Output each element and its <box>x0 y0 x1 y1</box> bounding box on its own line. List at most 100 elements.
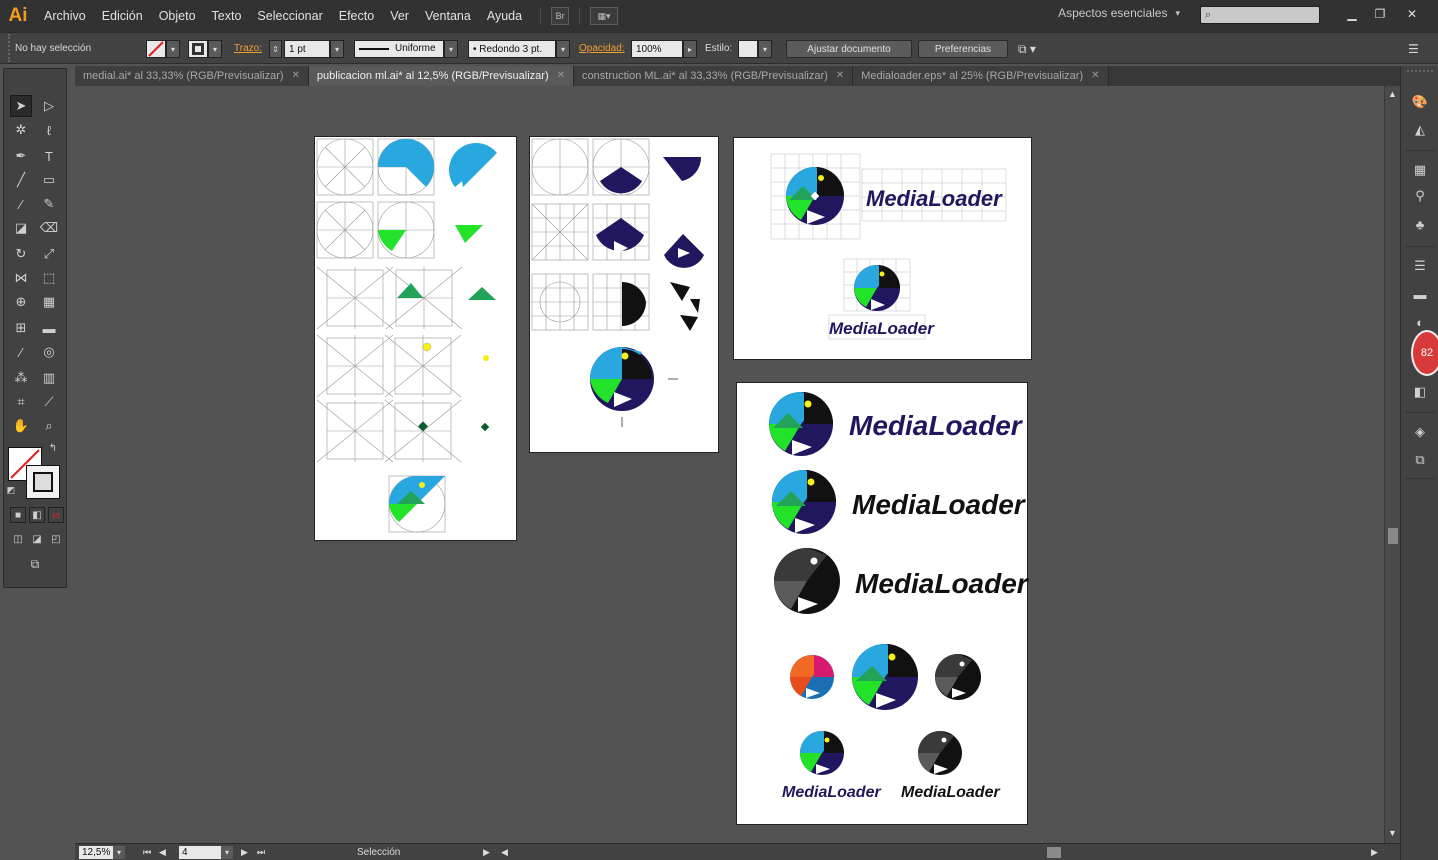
first-artboard-icon[interactable]: ⏮ <box>143 846 151 859</box>
arrange-documents-button[interactable]: ▦▾ <box>590 7 619 25</box>
selection-tool-icon[interactable]: ➤ <box>10 95 32 117</box>
draw-behind-icon[interactable]: ◪ <box>29 531 45 547</box>
gradient-mode-icon[interactable]: ◧ <box>29 507 45 523</box>
graphic-styles-icon[interactable]: ◧ <box>1410 382 1430 402</box>
next-artboard-icon[interactable]: ▶ <box>241 846 248 859</box>
zoom-input[interactable]: 12,5% <box>79 846 113 859</box>
control-bar-grip[interactable] <box>8 34 12 62</box>
close-icon[interactable]: ✕ <box>1091 66 1099 86</box>
artboard-final-logos[interactable]: MediaLoader MediaLoader MediaLoader Medi… <box>736 382 1030 825</box>
draw-inside-icon[interactable]: ◰ <box>48 531 64 547</box>
stroke-profile-dropdown[interactable]: ▾ <box>444 40 458 58</box>
menu-ver[interactable]: Ver <box>382 0 417 32</box>
rotate-tool-icon[interactable]: ↻ <box>10 243 32 265</box>
opacity-dropdown[interactable]: ▸ <box>683 40 697 58</box>
artboard-dropdown[interactable]: ▾ <box>221 846 233 859</box>
color-guide-icon[interactable]: ◭ <box>1410 120 1430 140</box>
opacity-label[interactable]: Opacidad: <box>579 40 625 58</box>
draw-normal-icon[interactable]: ◫ <box>10 531 26 547</box>
type-tool-icon[interactable]: T <box>38 145 60 167</box>
eyedropper-tool-icon[interactable]: ⁄ <box>10 341 32 363</box>
layers-icon[interactable]: ◈ <box>1410 422 1430 442</box>
color-panel-icon[interactable]: 🎨 <box>1410 92 1430 112</box>
width-tool-icon[interactable]: ⋈ <box>10 267 32 289</box>
artboard-tool-icon[interactable]: ⌗ <box>10 391 32 413</box>
panel-menu-icon[interactable]: ☰ <box>1408 40 1419 58</box>
artboards-icon[interactable]: ⧉ <box>1410 450 1430 470</box>
close-icon[interactable]: ✕ <box>836 66 844 86</box>
menu-objeto[interactable]: Objeto <box>151 0 204 32</box>
menu-efecto[interactable]: Efecto <box>331 0 382 32</box>
stroke-dropdown[interactable]: ▾ <box>208 40 222 58</box>
tab-publicacion-ml[interactable]: publicacion ml.ai* al 12,5% (RGB/Previsu… <box>308 66 575 86</box>
free-transform-tool-icon[interactable]: ⬚ <box>38 267 60 289</box>
symbols-icon[interactable]: ♣ <box>1410 214 1430 234</box>
menu-ventana[interactable]: Ventana <box>417 0 479 32</box>
scroll-right-icon[interactable]: ▶ <box>1371 846 1378 859</box>
pen-tool-icon[interactable]: ✒ <box>10 145 32 167</box>
tab-medial[interactable]: medial.ai* al 33,33% (RGB/Previsualizar)… <box>75 66 309 86</box>
brushes-icon[interactable]: ⚲ <box>1410 186 1430 206</box>
slice-tool-icon[interactable]: ⟋ <box>38 391 60 413</box>
minimize-button[interactable]: ▁ <box>1340 5 1364 23</box>
line-tool-icon[interactable]: ╱ <box>10 169 32 191</box>
search-input[interactable]: ⌕ <box>1200 6 1320 24</box>
workspace-switcher[interactable]: Aspectos esenciales ▾ <box>1058 6 1180 20</box>
zoom-dropdown[interactable]: ▾ <box>113 846 125 859</box>
tab-medialoader-eps[interactable]: Medialoader.eps* al 25% (RGB/Previsualiz… <box>853 66 1109 86</box>
bridge-button[interactable]: Br <box>551 7 570 25</box>
color-mode-icon[interactable]: ■ <box>10 507 26 523</box>
stroke-label[interactable]: Trazo: <box>234 40 262 58</box>
zoom-tool-icon[interactable]: ⌕ <box>38 415 60 437</box>
close-icon[interactable]: ✕ <box>557 66 565 86</box>
fill-swatch[interactable] <box>146 40 166 58</box>
brush-dropdown[interactable]: ▾ <box>556 40 570 58</box>
stroke-weight-stepper[interactable]: ⇕ <box>269 40 282 58</box>
pencil-tool-icon[interactable]: ✎ <box>38 193 60 215</box>
menu-seleccionar[interactable]: Seleccionar <box>249 0 330 32</box>
artboard-logo-construction[interactable]: MediaLoader MediaLoader <box>733 137 1032 360</box>
gradient-panel-icon[interactable]: ▬ <box>1410 284 1430 304</box>
swatches-icon[interactable]: ▦ <box>1410 160 1430 180</box>
artboard-number-input[interactable]: 4 <box>179 846 221 859</box>
column-graph-tool-icon[interactable]: ▥ <box>38 367 60 389</box>
vertical-scroll-thumb[interactable] <box>1388 528 1398 544</box>
blob-brush-tool-icon[interactable]: ◪ <box>10 217 32 239</box>
style-swatch[interactable] <box>738 40 758 58</box>
direct-selection-tool-icon[interactable]: ▷ <box>38 95 60 117</box>
stroke-panel-icon[interactable]: ☰ <box>1410 256 1430 276</box>
vertical-scrollbar[interactable]: ▲ ▼ <box>1384 86 1400 843</box>
close-button[interactable]: ✕ <box>1400 5 1424 23</box>
menu-edicion[interactable]: Edición <box>94 0 151 32</box>
paintbrush-tool-icon[interactable]: ∕ <box>10 193 32 215</box>
tab-construction-ml[interactable]: construction ML.ai* al 33,33% (RGB/Previ… <box>574 66 854 86</box>
stroke-weight-dropdown[interactable]: ▾ <box>330 40 344 58</box>
scale-tool-icon[interactable]: ⤢ <box>38 243 60 265</box>
scroll-left-icon[interactable]: ◀ <box>501 846 508 859</box>
status-menu-icon[interactable]: ▶ <box>483 846 490 859</box>
screen-mode-icon[interactable]: ⧉ <box>24 555 46 573</box>
last-artboard-icon[interactable]: ⏭ <box>257 846 265 859</box>
artboard-construction-2[interactable] <box>529 136 719 453</box>
brush-select[interactable]: • Redondo 3 pt. <box>468 40 556 58</box>
opacity-input[interactable]: 100% <box>631 40 683 58</box>
dock-grip[interactable] <box>1407 70 1433 73</box>
symbol-sprayer-tool-icon[interactable]: ⁂ <box>10 367 32 389</box>
mesh-tool-icon[interactable]: ⊞ <box>10 317 32 339</box>
canvas[interactable]: MediaLoader MediaLoader MediaLoader Medi… <box>75 86 1385 843</box>
transparency-panel-icon[interactable]: ◐ <box>1410 312 1430 332</box>
horizontal-scroll-thumb[interactable] <box>1047 847 1061 858</box>
hand-tool-icon[interactable]: ✋ <box>10 415 32 437</box>
stroke-color-box[interactable] <box>26 465 60 499</box>
lasso-tool-icon[interactable]: ℓ <box>38 119 60 141</box>
preferences-button[interactable]: Preferencias <box>918 40 1008 58</box>
scroll-down-icon[interactable]: ▼ <box>1388 828 1397 838</box>
shape-builder-tool-icon[interactable]: ⊕ <box>10 291 32 313</box>
style-dropdown[interactable]: ▾ <box>758 40 772 58</box>
adjust-document-button[interactable]: Ajustar documento <box>786 40 912 58</box>
magic-wand-tool-icon[interactable]: ✲ <box>10 119 32 141</box>
eraser-tool-icon[interactable]: ⌫ <box>38 217 60 239</box>
close-icon[interactable]: ✕ <box>292 66 300 86</box>
perspective-grid-tool-icon[interactable]: ▦ <box>38 291 60 313</box>
blend-tool-icon[interactable]: ◎ <box>38 341 60 363</box>
